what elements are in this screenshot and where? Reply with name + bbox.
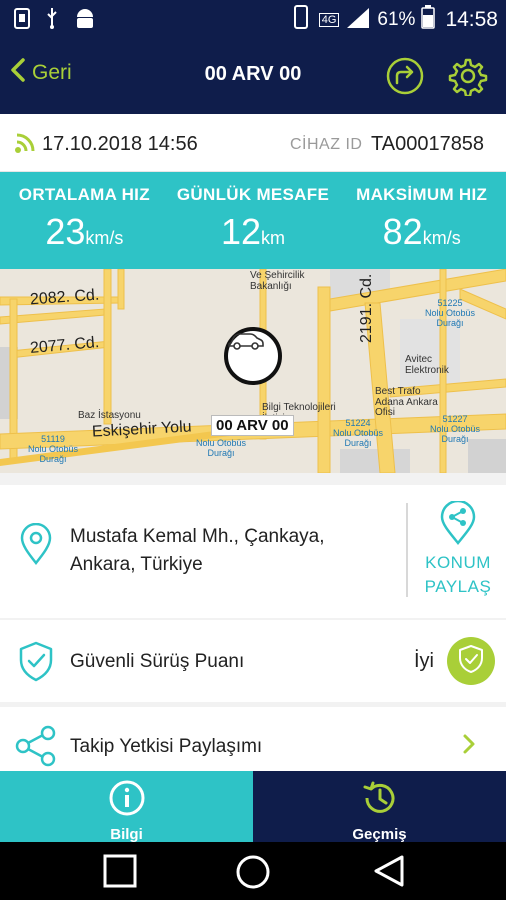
recent-apps-button[interactable]: [103, 854, 137, 893]
address-card: Mustafa Kemal Mh., Çankaya, Ankara, Türk…: [0, 485, 506, 618]
tab-gecmis[interactable]: Geçmiş: [253, 771, 506, 843]
safe-driving-score: İyi: [414, 650, 434, 672]
poi-label: 51225 Nolu Otobüs Durağı: [425, 298, 476, 328]
chevron-right-icon[interactable]: [462, 733, 476, 760]
poi-label: 51119 Nolu Otobüs Durağı: [28, 434, 79, 464]
usb-icon: [44, 6, 60, 35]
bottom-tab-bar: Bilgi Geçmiş: [0, 771, 506, 843]
redirect-arrow-icon: [385, 57, 425, 100]
address-line-2: Ankara, Türkiye: [70, 554, 203, 575]
safe-driving-label: Güvenli Sürüş Puanı: [70, 651, 245, 672]
device-id-value: TA00017858: [371, 133, 485, 155]
poi-label: Nolu Otobüs Durağı: [196, 438, 247, 458]
tab-bilgi[interactable]: Bilgi: [0, 771, 253, 843]
road-label: 2191. Cd.: [358, 273, 375, 343]
vehicle-plate-label: 00 ARV 00: [211, 415, 294, 436]
vehicle-marker[interactable]: [224, 327, 282, 385]
share-location-label-2: PAYLAŞ: [424, 577, 492, 596]
stat-label: GÜNLÜK MESAFE: [176, 185, 330, 204]
settings-button[interactable]: [448, 56, 488, 98]
clock: 14:58: [445, 8, 498, 31]
stat-unit: km: [261, 228, 286, 248]
stat-unit: km/s: [85, 228, 124, 248]
stat-unit: km/s: [422, 228, 461, 248]
share-location-icon: [438, 499, 478, 549]
history-icon: [361, 779, 399, 822]
stat-label: ORTALAMA HIZ: [18, 185, 150, 204]
poi-label: 51224 Nolu Otobüs Durağı: [333, 418, 384, 448]
device-id-label: CİHAZ ID: [290, 136, 363, 153]
poi-label: Best Trafo Adana Ankara Ofisi: [375, 386, 438, 418]
tracking-permission-card[interactable]: Takip Yetkisi Paylaşımı: [0, 707, 506, 773]
stat-label: MAKSİMUM HIZ: [356, 185, 488, 204]
phone-rotate-icon: [289, 4, 313, 36]
page-title: 00 ARV 00: [204, 63, 302, 85]
gear-icon: [448, 58, 488, 100]
android-icon: [74, 6, 96, 35]
battery-icon: [421, 5, 436, 35]
system-nav-bar: [0, 842, 506, 900]
stats-panel: ORTALAMA HIZ 23km/s GÜNLÜK MESAFE 12km M…: [0, 172, 506, 269]
network-badge: 4G: [318, 13, 340, 27]
device-info-row: 17.10.2018 14:56 CİHAZ ID TA00017858: [0, 114, 506, 172]
status-bar: 4G 61% 14:58: [0, 0, 506, 38]
last-update-datetime: 17.10.2018 14:56: [42, 133, 198, 155]
tracking-permission-label: Takip Yetkisi Paylaşımı: [70, 736, 263, 757]
shield-check-icon: [458, 644, 484, 679]
tab-label: Geçmiş: [352, 826, 407, 843]
sim-card-icon: [14, 6, 30, 35]
share-icon: [15, 725, 57, 772]
map-view[interactable]: 2082. Cd. 2077. Cd. Eskişehir Yolu 2191.…: [0, 269, 506, 473]
poi-label: Avitec Elektronik: [405, 354, 449, 376]
stat-value: 23: [45, 211, 86, 252]
address-text: Mustafa Kemal Mh., Çankaya, Ankara, Türk…: [70, 523, 325, 579]
poi-label: 51227 Nolu Otobüs Durağı: [430, 414, 481, 444]
signal-wifi-icon: [14, 132, 36, 159]
stat-daily-distance: GÜNLÜK MESAFE 12km: [169, 172, 338, 269]
share-location-button[interactable]: KONUM PAYLAŞ: [418, 499, 498, 598]
back-nav-button[interactable]: [372, 854, 406, 893]
poi-label: Baz İstasyonu: [78, 410, 141, 421]
tab-label: Bilgi: [110, 826, 143, 843]
stat-value: 12: [220, 211, 262, 252]
divider: [406, 503, 408, 597]
stat-average-speed: ORTALAMA HIZ 23km/s: [0, 172, 169, 269]
home-button[interactable]: [235, 854, 271, 895]
signal-icon: [345, 6, 371, 34]
stat-value: 82: [382, 211, 423, 252]
stat-max-speed: MAKSİMUM HIZ 82km/s: [337, 172, 506, 269]
shield-check-icon: [18, 640, 54, 687]
location-pin-icon: [18, 522, 54, 570]
score-badge: [447, 637, 495, 685]
safe-driving-card[interactable]: Güvenli Sürüş Puanı İyi: [0, 620, 506, 702]
share-location-label-1: KONUM: [425, 553, 491, 572]
address-line-1: Mustafa Kemal Mh., Çankaya,: [70, 526, 325, 547]
app-header: Geri 00 ARV 00: [0, 38, 506, 114]
poi-label: Ve Şehircilik Bakanlığı: [250, 270, 305, 292]
battery-percent: 61%: [377, 9, 416, 30]
info-icon: [108, 779, 146, 822]
navigate-button[interactable]: [385, 56, 425, 96]
